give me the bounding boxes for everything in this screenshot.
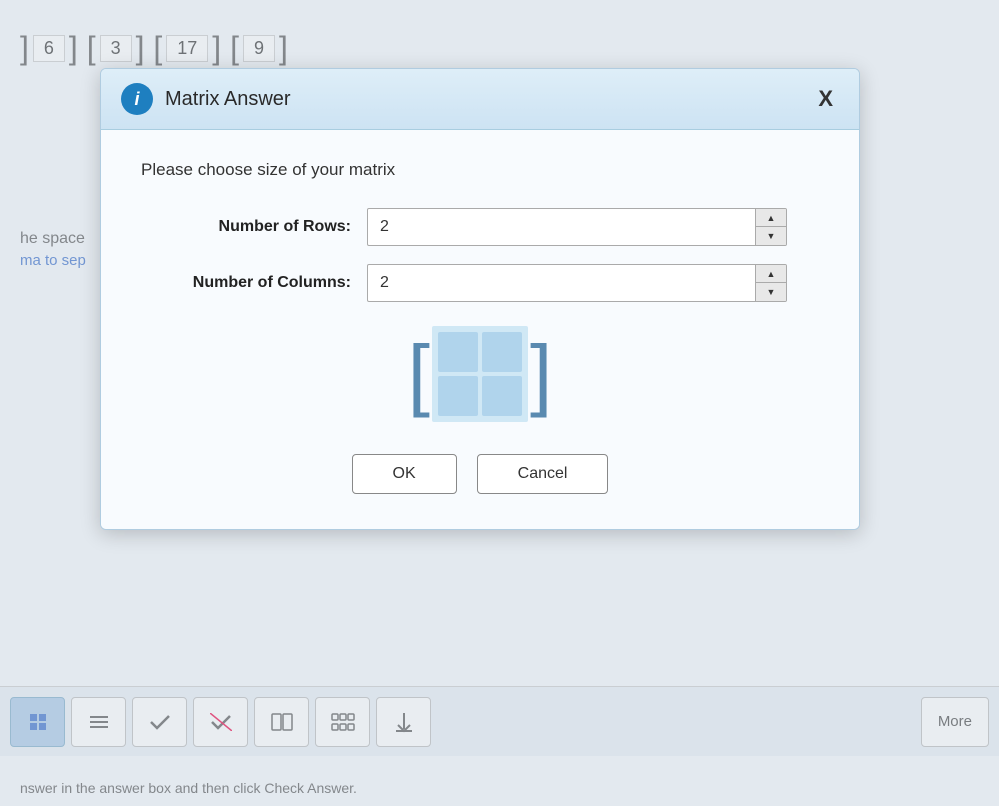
columns-input-container: 2 ▲ ▼ [367, 264, 787, 302]
columns-value[interactable]: 2 [368, 266, 755, 300]
matrix-cell-4 [482, 376, 522, 416]
rows-spin-up[interactable]: ▲ [756, 209, 786, 227]
rows-input-container: 2 ▲ ▼ [367, 208, 787, 246]
rows-spinner: ▲ ▼ [755, 209, 786, 245]
preview-bracket-left: [ [408, 334, 430, 414]
dialog-body: Please choose size of your matrix Number… [101, 130, 859, 529]
matrix-cell-2 [482, 332, 522, 372]
rows-spin-down[interactable]: ▼ [756, 227, 786, 245]
matrix-cell-3 [438, 376, 478, 416]
cancel-button[interactable]: Cancel [477, 454, 609, 494]
close-button[interactable]: X [812, 86, 839, 112]
matrix-answer-dialog: i Matrix Answer X Please choose size of … [100, 68, 860, 530]
rows-label: Number of Rows: [141, 218, 351, 236]
matrix-preview-container: [ ] [141, 326, 819, 422]
matrix-cell-1 [438, 332, 478, 372]
columns-field-row: Number of Columns: 2 ▲ ▼ [141, 264, 819, 302]
columns-spin-up[interactable]: ▲ [756, 265, 786, 283]
rows-field-row: Number of Rows: 2 ▲ ▼ [141, 208, 819, 246]
rows-value[interactable]: 2 [368, 210, 755, 244]
info-icon: i [121, 83, 153, 115]
columns-spinner: ▲ ▼ [755, 265, 786, 301]
dialog-title: Matrix Answer [165, 88, 800, 111]
choose-size-text: Please choose size of your matrix [141, 160, 819, 180]
columns-spin-down[interactable]: ▼ [756, 283, 786, 301]
preview-bracket-right: ] [530, 334, 552, 414]
ok-button[interactable]: OK [352, 454, 457, 494]
dialog-buttons: OK Cancel [141, 454, 819, 494]
dialog-header: i Matrix Answer X [101, 69, 859, 130]
matrix-preview: [ ] [408, 326, 552, 422]
columns-label: Number of Columns: [141, 274, 351, 292]
matrix-grid [432, 326, 528, 422]
